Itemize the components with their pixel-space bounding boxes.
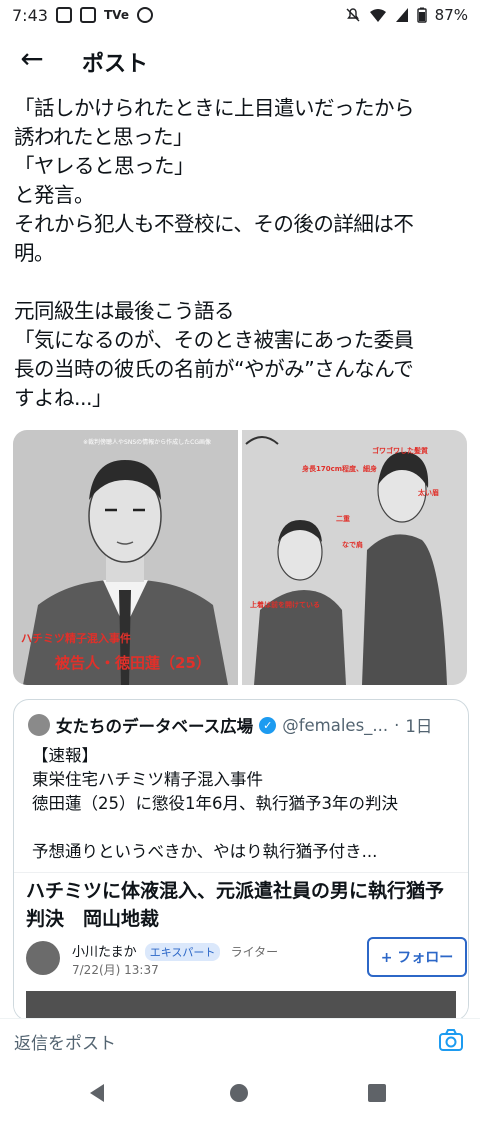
author-name: 小川たまか bbox=[72, 945, 137, 960]
author-avatar bbox=[26, 941, 60, 975]
article-title[interactable]: ハチミツに体液混入、元派遣社員の男に執行猶予判決 岡山地裁 bbox=[26, 877, 456, 933]
calendar-icon bbox=[56, 7, 72, 23]
article-date: 7/22(月) 13:37 bbox=[72, 963, 159, 977]
defendant-name-caption: 被告人・徳田蓮（25） bbox=[55, 654, 211, 672]
signal-icon bbox=[395, 8, 408, 22]
label-height: 身長170cm程度、細身 bbox=[302, 465, 378, 473]
nav-recents-icon[interactable] bbox=[368, 1084, 386, 1102]
label-hair: ゴワゴワした髪質 bbox=[372, 447, 428, 455]
news-icon bbox=[80, 7, 96, 23]
case-name-caption: ハチミツ精子混入事件 bbox=[21, 632, 131, 645]
system-icons: 87% bbox=[345, 6, 468, 24]
battery-icon bbox=[416, 7, 427, 23]
mute-icon bbox=[346, 8, 360, 22]
top-app-bar: ← ポスト bbox=[0, 36, 480, 86]
status-time: 7:43 bbox=[12, 6, 48, 25]
tver-icon: TVe bbox=[104, 8, 129, 22]
follow-button[interactable]: + フォロー bbox=[367, 937, 467, 977]
page-title: ポスト bbox=[82, 52, 149, 77]
label-brows: 太い眉 bbox=[418, 489, 439, 497]
battery-percent: 87% bbox=[434, 6, 468, 24]
wifi-icon bbox=[369, 9, 386, 22]
lottery-icon bbox=[136, 7, 153, 23]
nav-home-icon[interactable] bbox=[230, 1084, 248, 1102]
post-image-left[interactable]: ※裁判傍聴人やSNSの情報から作成したCG画像 ハチミツ精子混入事件 被告人・徳… bbox=[13, 430, 238, 685]
reply-composer[interactable]: 返信をポスト bbox=[0, 1018, 480, 1065]
defendant-portrait bbox=[23, 460, 228, 685]
arrow-left-icon[interactable]: ← bbox=[16, 44, 48, 76]
notification-icons: TVe bbox=[56, 7, 153, 23]
avatar[interactable] bbox=[28, 714, 50, 736]
quoted-time: 1日 bbox=[405, 717, 433, 736]
post-image-right[interactable]: ゴワゴワした髪質 身長170cm程度、細身 太い眉 二重 なで肩 上着は前を開け… bbox=[242, 430, 467, 685]
quoted-handle: @females_... bbox=[282, 715, 389, 735]
label-jacket: 上着は前を開けている bbox=[250, 601, 320, 609]
article-author-row: 小川たまか エキスパート ライター 7/22(月) 13:37 + フォロー bbox=[26, 937, 467, 981]
status-bar: 7:43 TVe 87% bbox=[0, 0, 480, 32]
nav-back-icon[interactable] bbox=[90, 1084, 104, 1102]
quoted-post[interactable]: 女たちのデータベース広場 ✓ @females_... · 1日 【速報】 東栄… bbox=[13, 699, 469, 1021]
verified-badge-icon: ✓ bbox=[259, 716, 277, 734]
expert-badge: エキスパート bbox=[144, 943, 221, 961]
quoted-post-header: 女たちのデータベース広場 ✓ @females_... · 1日 bbox=[28, 712, 468, 738]
quoted-post-body: 【速報】 東栄住宅ハチミツ精子混入事件 徳田蓮（25）に懲役1年6月、執行猶予3… bbox=[32, 746, 398, 861]
dot-separator: · bbox=[394, 715, 400, 735]
link-preview-card[interactable]: ハチミツに体液混入、元派遣社員の男に執行猶予判決 岡山地裁 小川たまか エキスパ… bbox=[14, 872, 468, 1020]
camera-icon[interactable] bbox=[438, 1027, 464, 1053]
article-photo bbox=[26, 991, 456, 1020]
system-navigation-bar bbox=[0, 1066, 480, 1121]
quoted-account-name[interactable]: 女たちのデータベース広場 bbox=[56, 713, 253, 737]
author-role: ライター bbox=[230, 945, 279, 959]
reply-input[interactable]: 返信をポスト bbox=[14, 1029, 116, 1054]
label-eyes: 二重 bbox=[336, 515, 350, 523]
post-body: 「話しかけられたときに上目遣いだったから 誘われたと思った」 「ヤレると思った」… bbox=[14, 96, 415, 410]
label-shoulders: なで肩 bbox=[342, 541, 363, 549]
